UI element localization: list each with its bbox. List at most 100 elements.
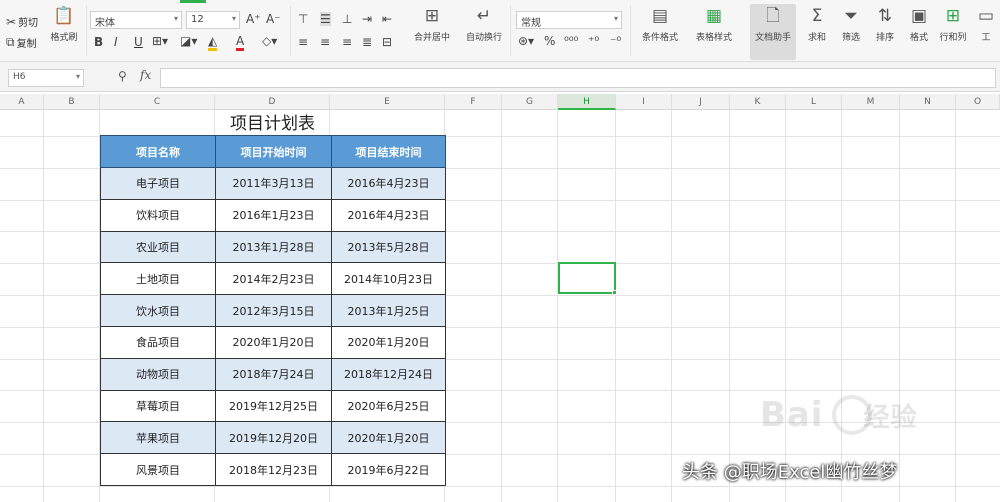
table-cell[interactable]: 2018年12月23日 [215, 453, 332, 486]
sort-button[interactable]: ⇅ 排序 [868, 4, 902, 60]
italic-button[interactable]: I [114, 35, 118, 49]
table-cell[interactable]: 动物项目 [100, 357, 216, 391]
wrap-text-button[interactable]: ↵ 自动换行 [460, 4, 508, 60]
name-box[interactable]: H6 ▾ [8, 69, 84, 87]
column-header-n[interactable]: N [900, 94, 956, 110]
shrink-font-button[interactable]: A⁻ [266, 12, 281, 26]
table-style-button[interactable]: ▦ 表格样式 [690, 4, 738, 60]
table-cell[interactable]: 草莓项目 [100, 389, 216, 423]
font-size-select[interactable]: 12 ▾ [186, 11, 240, 29]
column-header-m[interactable]: M [842, 94, 900, 110]
border-button[interactable]: ⊞▾ [152, 34, 168, 48]
table-cell[interactable]: 食品项目 [100, 325, 216, 359]
column-header-b[interactable]: B [44, 94, 100, 110]
align-middle-button[interactable]: ☰ [320, 12, 331, 26]
align-right-button[interactable]: ≡ [342, 35, 352, 49]
conditional-format-button[interactable]: ▤ 条件格式 [636, 4, 684, 60]
increase-decimal-button[interactable]: ⁺⁰ [588, 34, 599, 48]
header-cell-name[interactable]: 项目名称 [100, 135, 216, 168]
column-header-k[interactable]: K [730, 94, 786, 110]
copy-button[interactable]: ⧉ 复制 [6, 35, 37, 50]
decrease-decimal-button[interactable]: ⁻⁰ [610, 34, 621, 48]
column-header-c[interactable]: C [100, 94, 215, 110]
table-cell[interactable]: 2016年4月23日 [331, 167, 446, 200]
fx-icon[interactable]: fx [140, 68, 151, 82]
row-col-button[interactable]: ⊞ 行和列 [936, 4, 970, 60]
number-format-select[interactable]: 常规 ▾ [516, 11, 622, 29]
header-cell-end[interactable]: 项目结束时间 [331, 135, 446, 168]
column-header-g[interactable]: G [502, 94, 558, 110]
table-cell[interactable]: 2016年4月23日 [331, 198, 446, 232]
filter-button[interactable]: ⏷ 筛选 [834, 4, 868, 60]
outdent-button[interactable]: ⇤ [382, 12, 392, 26]
column-header-o[interactable]: O [956, 94, 1000, 110]
fill-handle[interactable] [612, 290, 617, 295]
worksheet-button[interactable]: ▭ 工 [972, 4, 1000, 60]
fill-color-button[interactable]: ◪▾ [180, 34, 197, 48]
header-cell-start[interactable]: 项目开始时间 [215, 135, 332, 168]
column-header-d[interactable]: D [215, 94, 330, 110]
column-header-j[interactable]: J [672, 94, 730, 110]
table-cell[interactable]: 2020年1月20日 [215, 325, 332, 359]
table-cell[interactable]: 2016年1月23日 [215, 198, 332, 232]
table-cell[interactable]: 饮水项目 [100, 294, 216, 327]
table-cell[interactable]: 农业项目 [100, 230, 216, 264]
indent-button[interactable]: ⇥ [362, 12, 372, 26]
table-cell[interactable]: 2013年1月25日 [331, 294, 446, 327]
table-cell[interactable]: 2014年2月23日 [215, 262, 332, 296]
align-top-button[interactable]: ⊤ [298, 12, 308, 26]
justify-button[interactable]: ≣ [362, 35, 372, 49]
align-bottom-button[interactable]: ⊥ [342, 12, 352, 26]
distribute-button[interactable]: ⊟ [382, 35, 392, 49]
column-header-i[interactable]: I [616, 94, 672, 110]
sheet-tools-button[interactable]: 🗋 文档助手 [750, 4, 796, 60]
table-cell[interactable]: 2012年3月15日 [215, 294, 332, 327]
thousands-button[interactable]: ⁰⁰⁰ [564, 34, 578, 48]
table-cell[interactable]: 电子项目 [100, 167, 216, 200]
font-name-select[interactable]: 宋体 ▾ [90, 11, 182, 29]
table-cell[interactable]: 2020年6月25日 [331, 389, 446, 423]
paste-button[interactable]: 📋 格式刷 [42, 4, 86, 60]
table-cell[interactable]: 风景项目 [100, 453, 216, 486]
currency-button[interactable]: ⊛▾ [518, 34, 534, 48]
grow-font-button[interactable]: A⁺ [246, 12, 261, 26]
column-header-e[interactable]: E [330, 94, 445, 110]
table-cell[interactable]: 2013年1月28日 [215, 230, 332, 264]
table-title[interactable]: 项目计划表 [100, 112, 445, 136]
table-cell[interactable]: 2020年1月20日 [331, 325, 446, 359]
merge-center-button[interactable]: ⊞ 合并居中 [408, 4, 456, 60]
table-cell[interactable]: 2018年12月24日 [331, 357, 446, 391]
table-cell[interactable]: 土地项目 [100, 262, 216, 296]
table-row: 农业项目 2013年1月28日 2013年5月28日 [100, 230, 446, 264]
formula-input[interactable] [160, 68, 996, 88]
table-cell[interactable]: 2019年6月22日 [331, 453, 446, 486]
table-cell[interactable]: 苹果项目 [100, 421, 216, 455]
table-cell[interactable]: 2013年5月28日 [331, 230, 446, 264]
column-header-h[interactable]: H [558, 94, 616, 110]
align-left-button[interactable]: ≡ [298, 35, 308, 49]
column-header-a[interactable]: A [0, 94, 44, 110]
selected-cell[interactable] [558, 262, 616, 294]
row-col-icon: ⊞ [945, 6, 961, 26]
column-header-f[interactable]: F [445, 94, 502, 110]
cut-button[interactable]: ✂ 剪切 [6, 14, 38, 30]
sum-button[interactable]: Σ 求和 [800, 4, 834, 60]
format-button[interactable]: ▣ 格式 [902, 4, 936, 60]
table-cell[interactable]: 2019年12月25日 [215, 389, 332, 423]
table-cell[interactable]: 饮料项目 [100, 198, 216, 232]
paint-bucket-icon: ◪▾ [180, 34, 198, 48]
clear-format-button[interactable]: ◇▾ [262, 34, 277, 48]
table-cell[interactable]: 2014年10月23日 [331, 262, 446, 296]
table-cell[interactable]: 2019年12月20日 [215, 421, 332, 455]
table-cell[interactable]: 2020年1月20日 [331, 421, 446, 455]
highlight-button[interactable]: ◭ [208, 34, 218, 51]
table-cell[interactable]: 2018年7月24日 [215, 357, 332, 391]
column-header-l[interactable]: L [786, 94, 842, 110]
bold-button[interactable]: B [94, 35, 103, 49]
underline-button[interactable]: U [134, 35, 143, 49]
font-color-button[interactable]: A [236, 34, 245, 51]
align-center-button[interactable]: ≡ [320, 35, 330, 49]
table-cell[interactable]: 2011年3月13日 [215, 167, 332, 200]
percent-button[interactable]: % [544, 34, 555, 48]
zoom-icon[interactable]: ⚲ [118, 69, 127, 83]
